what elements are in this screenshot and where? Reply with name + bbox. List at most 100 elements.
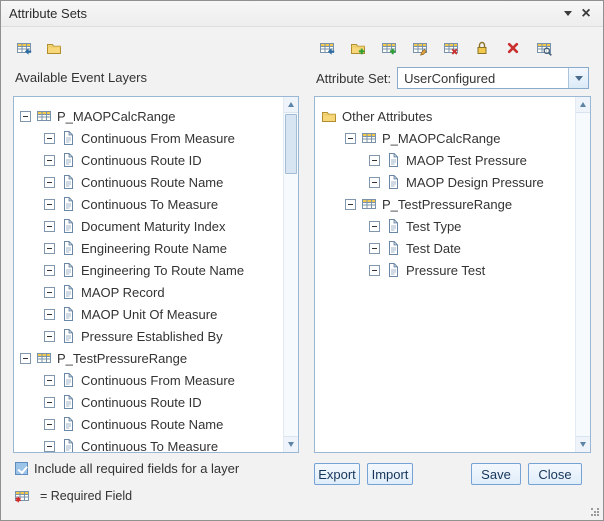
attribute-set-row: Attribute Set: UserConfigured	[316, 67, 589, 89]
collapse-icon[interactable]	[369, 265, 380, 276]
document-icon	[385, 174, 401, 190]
collapse-icon[interactable]	[44, 375, 55, 386]
collapse-icon[interactable]	[44, 419, 55, 430]
collapse-icon[interactable]	[44, 441, 55, 452]
tree-item-continuous-route-name[interactable]: Continuous Route Name	[14, 171, 283, 193]
add-layer-to-set-icon[interactable]	[13, 37, 35, 59]
dialog: Attribute Sets × Available Event Layers …	[0, 0, 604, 521]
tree-item-p-maopcalcrange[interactable]: P_MAOPCalcRange	[315, 127, 575, 149]
table-icon	[361, 196, 377, 212]
new-attribute-set-icon[interactable]	[378, 37, 400, 59]
dialog-titlebar[interactable]: Attribute Sets ×	[1, 1, 603, 27]
collapse-icon[interactable]	[44, 199, 55, 210]
document-icon	[60, 328, 76, 344]
collapse-icon[interactable]	[44, 265, 55, 276]
document-icon	[385, 218, 401, 234]
save-button[interactable]: Save	[471, 463, 521, 485]
document-icon	[60, 130, 76, 146]
available-layers-panel: P_MAOPCalcRangeContinuous From MeasureCo…	[13, 96, 299, 453]
delete-attribute-set-icon[interactable]	[502, 37, 524, 59]
tree-item-document-maturity-index[interactable]: Document Maturity Index	[14, 215, 283, 237]
tree-item-continuous-route-id[interactable]: Continuous Route ID	[14, 391, 283, 413]
collapse-icon[interactable]	[44, 155, 55, 166]
scroll-up-icon[interactable]	[576, 97, 590, 113]
combo-dropdown-button[interactable]	[568, 68, 588, 88]
scrollbar-thumb[interactable]	[285, 114, 297, 174]
document-icon	[60, 306, 76, 322]
close-button[interactable]: Close	[528, 463, 582, 485]
collapse-icon[interactable]	[44, 397, 55, 408]
tree-item-label: Pressure Test	[406, 263, 485, 278]
collapse-icon[interactable]	[44, 221, 55, 232]
tree-item-label: P_TestPressureRange	[57, 351, 187, 366]
tree-item-continuous-to-measure[interactable]: Continuous To Measure	[14, 193, 283, 215]
export-button[interactable]: Export	[314, 463, 360, 485]
attribute-sets-dialog: Attribute Sets × Available Event Layers …	[0, 0, 604, 521]
collapse-icon[interactable]	[44, 177, 55, 188]
tree-item-p-maopcalcrange[interactable]: P_MAOPCalcRange	[14, 105, 283, 127]
close-icon[interactable]: ×	[577, 5, 595, 23]
collapse-icon[interactable]	[369, 177, 380, 188]
collapse-icon[interactable]	[20, 353, 31, 364]
tree-item-continuous-from-measure[interactable]: Continuous From Measure	[14, 369, 283, 391]
collapse-icon[interactable]	[20, 111, 31, 122]
include-required-label[interactable]: Include all required fields for a layer	[34, 461, 239, 476]
tree-item-continuous-route-name[interactable]: Continuous Route Name	[14, 413, 283, 435]
tree-item-test-type[interactable]: Test Type	[315, 215, 575, 237]
tree-item-pressure-test[interactable]: Pressure Test	[315, 259, 575, 281]
tree-item-label: MAOP Unit Of Measure	[81, 307, 217, 322]
scroll-down-icon[interactable]	[576, 436, 590, 452]
scroll-down-icon[interactable]	[284, 436, 298, 452]
chevron-down-icon	[564, 11, 572, 16]
collapse-icon[interactable]	[44, 133, 55, 144]
available-layers-tree: P_MAOPCalcRangeContinuous From MeasureCo…	[14, 97, 283, 452]
tree-item-pressure-established-by[interactable]: Pressure Established By	[14, 325, 283, 347]
collapse-icon[interactable]	[369, 243, 380, 254]
attribute-set-select[interactable]: UserConfigured	[397, 67, 589, 89]
left-panel-scrollbar[interactable]	[283, 97, 298, 452]
preview-attribute-set-icon[interactable]	[533, 37, 555, 59]
collapse-icon[interactable]	[44, 243, 55, 254]
collapse-icon[interactable]	[345, 199, 356, 210]
tree-item-maop-design-pressure[interactable]: MAOP Design Pressure	[315, 171, 575, 193]
collapse-icon[interactable]	[44, 309, 55, 320]
include-required-checkbox[interactable]	[15, 462, 28, 475]
tree-item-engineering-to-route-name[interactable]: Engineering To Route Name	[14, 259, 283, 281]
tree-item-maop-test-pressure[interactable]: MAOP Test Pressure	[315, 149, 575, 171]
tree-item-label: Test Date	[406, 241, 461, 256]
tree-item-maop-record[interactable]: MAOP Record	[14, 281, 283, 303]
collapse-icon[interactable]	[44, 331, 55, 342]
open-layers-icon[interactable]	[43, 37, 65, 59]
collapse-icon[interactable]	[369, 155, 380, 166]
tree-item-continuous-from-measure[interactable]: Continuous From Measure	[14, 127, 283, 149]
attribute-set-tree: Other AttributesP_MAOPCalcRangeMAOP Test…	[315, 97, 575, 452]
collapse-icon[interactable]	[345, 133, 356, 144]
document-icon	[60, 152, 76, 168]
table-icon	[36, 350, 52, 366]
attribute-set-label: Attribute Set:	[316, 71, 391, 86]
scroll-up-icon[interactable]	[284, 97, 298, 113]
tree-item-continuous-route-id[interactable]: Continuous Route ID	[14, 149, 283, 171]
minimize-icon[interactable]	[559, 5, 577, 23]
lock-icon[interactable]	[471, 37, 493, 59]
remove-attribute-icon[interactable]	[440, 37, 462, 59]
tree-item-continuous-to-measure[interactable]: Continuous To Measure	[14, 435, 283, 452]
tree-item-p-testpressurerange[interactable]: P_TestPressureRange	[14, 347, 283, 369]
edit-attribute-set-icon[interactable]	[409, 37, 431, 59]
document-icon	[60, 218, 76, 234]
tree-item-other-attributes[interactable]: Other Attributes	[315, 105, 575, 127]
document-icon	[385, 240, 401, 256]
tree-item-p-testpressurerange[interactable]: P_TestPressureRange	[315, 193, 575, 215]
new-folder-icon[interactable]	[347, 37, 369, 59]
collapse-icon[interactable]	[369, 221, 380, 232]
add-to-attribute-set-icon[interactable]	[316, 37, 338, 59]
chevron-down-icon	[575, 76, 583, 81]
tree-item-maop-unit-of-measure[interactable]: MAOP Unit Of Measure	[14, 303, 283, 325]
resize-grip[interactable]	[591, 508, 593, 510]
tree-item-label: Continuous To Measure	[81, 197, 218, 212]
tree-item-test-date[interactable]: Test Date	[315, 237, 575, 259]
tree-item-engineering-route-name[interactable]: Engineering Route Name	[14, 237, 283, 259]
collapse-icon[interactable]	[44, 287, 55, 298]
import-button[interactable]: Import	[367, 463, 413, 485]
right-panel-scrollbar[interactable]	[575, 97, 590, 452]
